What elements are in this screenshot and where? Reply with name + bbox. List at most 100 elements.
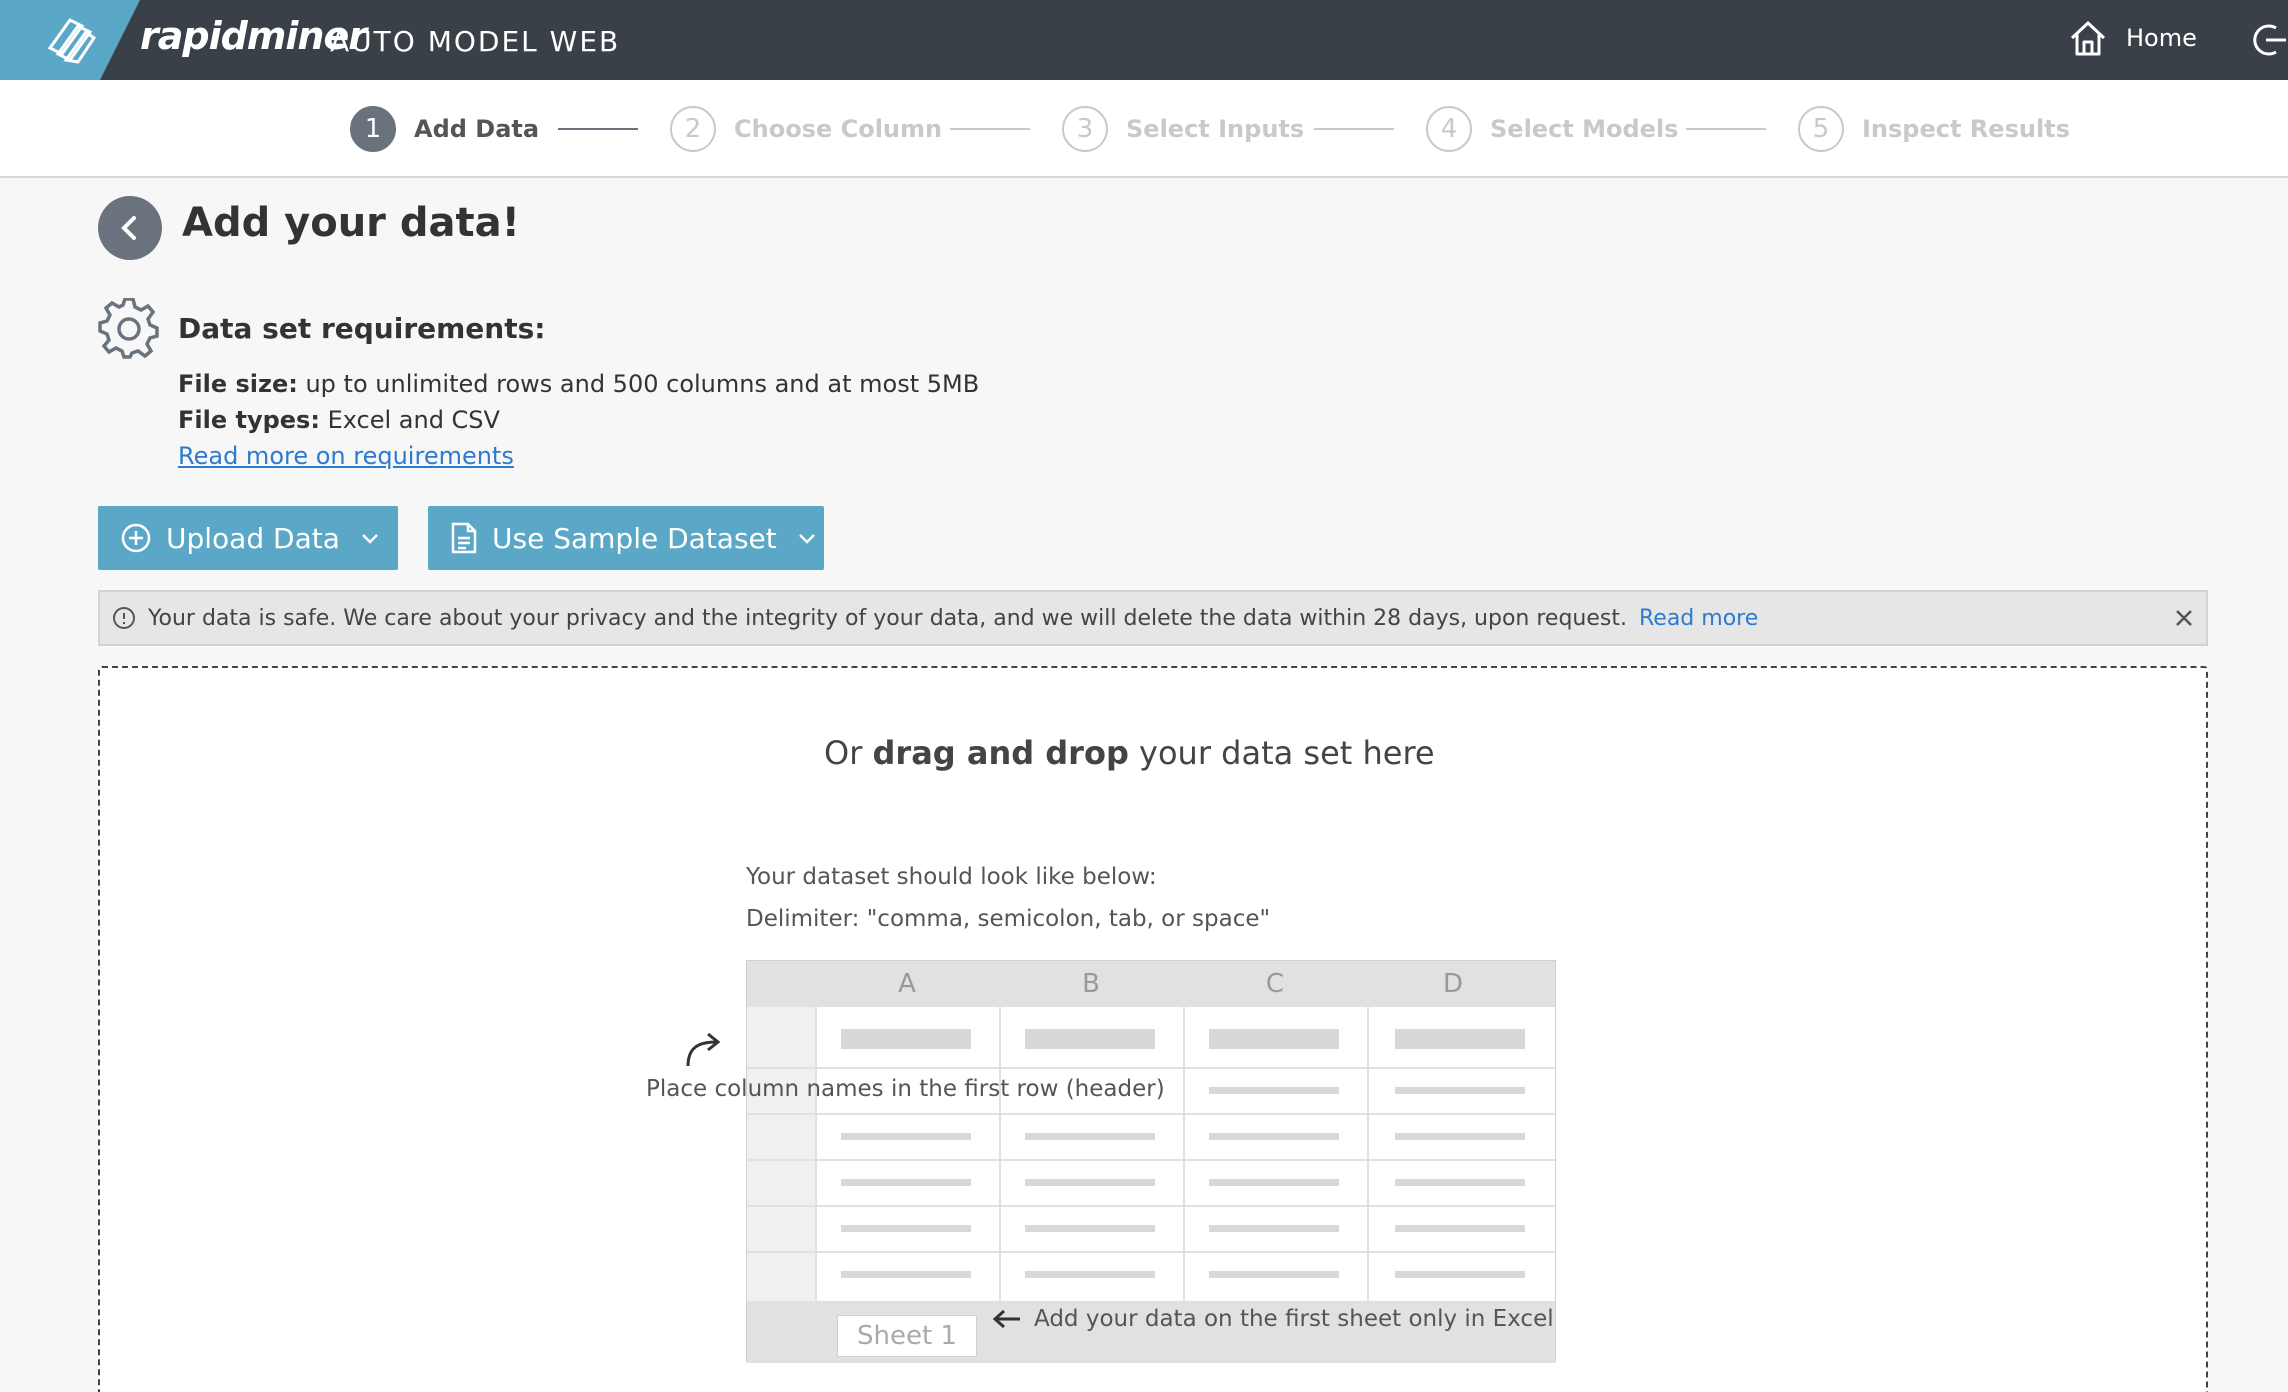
sheet-tab: Sheet 1 — [837, 1315, 977, 1357]
cell-placeholder — [841, 1133, 971, 1140]
cell-placeholder — [1395, 1133, 1525, 1140]
cell-placeholder — [1025, 1133, 1155, 1140]
column-letter: B — [1082, 969, 1100, 999]
cell-placeholder — [1209, 1087, 1339, 1094]
use-sample-dataset-label: Use Sample Dataset — [492, 521, 777, 555]
grid-line — [747, 1067, 1555, 1069]
column-letter: C — [1265, 969, 1285, 999]
document-icon — [450, 522, 478, 554]
step-label: Select Inputs — [1126, 115, 1305, 143]
grid-line — [1183, 961, 1185, 1301]
grid-line — [999, 961, 1001, 1301]
drop-title-bold: drag and drop — [872, 734, 1129, 772]
rapidminer-logo-icon — [47, 18, 97, 64]
sheet-note: Add your data on the first sheet only in… — [992, 1306, 1554, 1332]
step-number: 1 — [350, 106, 396, 152]
back-button[interactable] — [98, 196, 162, 260]
product-name: AUTO MODEL WEB — [330, 25, 621, 58]
top-bar: rapidminer AUTO MODEL WEB Home — [0, 0, 2288, 80]
step-select-models[interactable]: 4 Select Models — [1426, 106, 1678, 152]
grid-line — [747, 1113, 1555, 1115]
drop-title-prefix: Or — [824, 734, 873, 772]
cell-placeholder — [1025, 1179, 1155, 1186]
cell-placeholder — [1395, 1225, 1525, 1232]
step-label: Inspect Results — [1862, 115, 2070, 143]
chevron-left-icon — [121, 216, 136, 240]
gear-icon — [98, 298, 159, 359]
step-label: Select Models — [1490, 115, 1679, 143]
header-placeholder — [841, 1029, 971, 1049]
header-note: Place column names in the first row (hea… — [646, 1076, 1165, 1102]
file-types-label: File types: — [178, 406, 320, 434]
home-label: Home — [2126, 24, 2197, 52]
step-select-inputs[interactable]: 3 Select Inputs — [1062, 106, 1304, 152]
example-spreadsheet: A B C D Sheet 1 — [746, 960, 1556, 1363]
cell-placeholder — [1395, 1179, 1525, 1186]
requirements-link[interactable]: Read more on requirements — [178, 442, 514, 470]
page-title: Add your data! — [182, 200, 520, 246]
home-icon — [2070, 21, 2106, 56]
file-size-value: up to unlimited rows and 500 columns and… — [297, 370, 980, 398]
file-types-value: Excel and CSV — [319, 406, 500, 434]
drop-zone-title: Or drag and drop your data set here — [824, 734, 1435, 772]
column-letter: A — [898, 969, 916, 999]
grid-line — [747, 1251, 1555, 1253]
cell-placeholder — [1395, 1271, 1525, 1278]
sheet-note-text: Add your data on the first sheet only in… — [1034, 1306, 1554, 1332]
plus-circle-icon — [120, 522, 152, 554]
home-link[interactable]: Home — [2068, 18, 2197, 58]
privacy-read-more-link[interactable]: Read more — [1639, 606, 1758, 631]
grid-line — [815, 961, 817, 1301]
file-size-label: File size: — [178, 370, 298, 398]
step-number: 2 — [670, 106, 716, 152]
chevron-down-icon — [360, 528, 380, 548]
grid-line — [747, 1159, 1555, 1161]
step-choose-column[interactable]: 2 Choose Column — [670, 106, 942, 152]
step-number: 5 — [1798, 106, 1844, 152]
step-label: Add Data — [414, 115, 540, 143]
column-letter: D — [1442, 969, 1464, 999]
arrow-left-icon — [992, 1309, 1020, 1329]
file-types-line: File types: Excel and CSV — [178, 406, 500, 434]
cell-placeholder — [1025, 1225, 1155, 1232]
cell-placeholder — [841, 1225, 971, 1232]
step-connector — [1686, 128, 1766, 130]
sheet-row-numbers — [747, 1007, 815, 1301]
requirements-title: Data set requirements: — [178, 312, 546, 345]
chevron-down-icon — [797, 528, 817, 548]
step-label: Choose Column — [734, 115, 943, 143]
cell-placeholder — [1025, 1271, 1155, 1278]
header-placeholder — [1395, 1029, 1525, 1049]
logout-icon[interactable] — [2252, 22, 2288, 58]
step-connector — [950, 128, 1030, 130]
privacy-notice: Your data is safe. We care about your pr… — [98, 590, 2208, 646]
use-sample-dataset-button[interactable]: Use Sample Dataset — [428, 506, 824, 570]
cell-placeholder — [841, 1271, 971, 1278]
cell-placeholder — [1209, 1133, 1339, 1140]
drop-title-suffix: your data set here — [1128, 734, 1435, 772]
dataset-hint: Your dataset should look like below: — [746, 864, 1157, 890]
close-icon[interactable] — [2172, 606, 2196, 630]
info-icon — [112, 606, 136, 630]
curved-arrow-icon — [686, 1032, 721, 1067]
delimiter-hint: Delimiter: "comma, semicolon, tab, or sp… — [746, 906, 1271, 932]
cell-placeholder — [1209, 1271, 1339, 1278]
step-inspect-results[interactable]: 5 Inspect Results — [1798, 106, 2070, 152]
step-connector — [1314, 128, 1394, 130]
upload-data-button[interactable]: Upload Data — [98, 506, 398, 570]
header-placeholder — [1209, 1029, 1339, 1049]
cell-placeholder — [1395, 1087, 1525, 1094]
cell-placeholder — [1209, 1225, 1339, 1232]
logo[interactable] — [0, 0, 140, 80]
grid-line — [1367, 961, 1369, 1301]
file-size-line: File size: up to unlimited rows and 500 … — [178, 370, 979, 398]
cell-placeholder — [841, 1179, 971, 1186]
privacy-notice-text: Your data is safe. We care about your pr… — [148, 605, 1627, 631]
step-connector — [558, 128, 638, 130]
grid-line — [747, 1205, 1555, 1207]
step-add-data[interactable]: 1 Add Data — [350, 106, 539, 152]
step-number: 3 — [1062, 106, 1108, 152]
cell-placeholder — [1209, 1179, 1339, 1186]
upload-data-label: Upload Data — [166, 521, 340, 555]
header-placeholder — [1025, 1029, 1155, 1049]
